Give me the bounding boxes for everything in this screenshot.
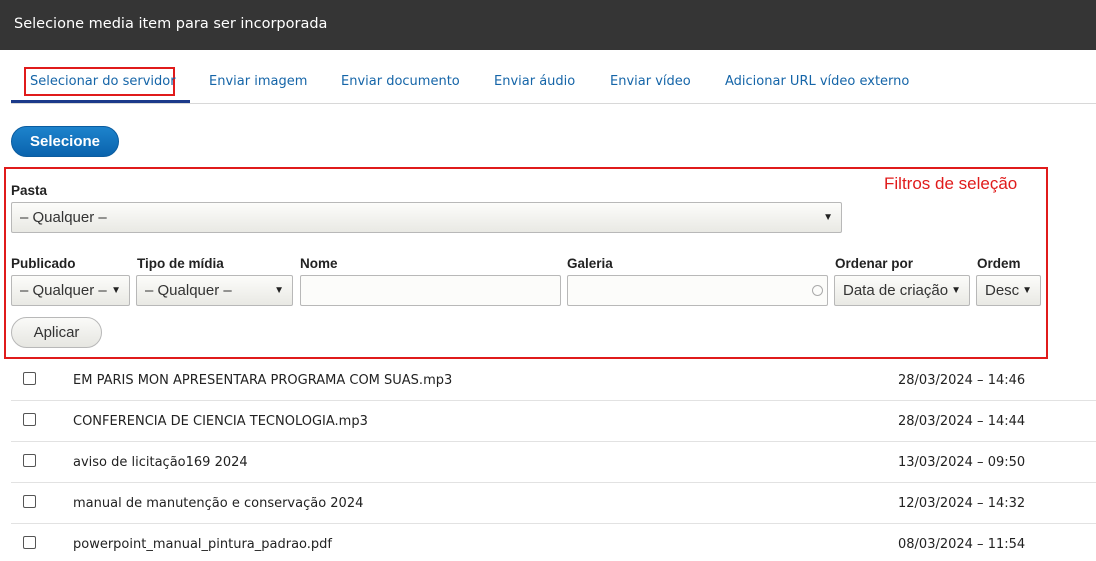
published-label: Publicado xyxy=(11,256,76,271)
gallery-label: Galeria xyxy=(567,256,613,271)
media-date: 12/03/2024 – 14:32 xyxy=(898,496,1026,511)
media-name: EM PARIS MON APRESENTARA PROGRAMA COM SU… xyxy=(73,373,453,388)
sort-by-label: Ordenar por xyxy=(835,256,914,271)
media-type-select-value: – Qualquer – xyxy=(145,282,232,299)
media-checkbox[interactable] xyxy=(23,413,36,426)
folder-select-value: – Qualquer – xyxy=(20,209,107,226)
media-name: powerpoint_manual_pintura_padrao.pdf xyxy=(73,537,332,552)
chevron-down-icon: ▼ xyxy=(823,212,833,223)
media-date: 28/03/2024 – 14:46 xyxy=(898,373,1026,388)
tab-add-external-video-url[interactable]: Adicionar URL vídeo externo xyxy=(725,74,909,89)
media-checkbox[interactable] xyxy=(23,454,36,467)
media-name: aviso de licitação169 2024 xyxy=(73,455,248,470)
media-date: 13/03/2024 – 09:50 xyxy=(898,455,1026,470)
media-checkbox[interactable] xyxy=(23,372,36,385)
order-select[interactable]: Desc ▼ xyxy=(976,275,1041,306)
media-list: EM PARIS MON APRESENTARA PROGRAMA COM SU… xyxy=(11,360,1096,561)
order-label: Ordem xyxy=(977,256,1021,271)
tab-upload-audio[interactable]: Enviar áudio xyxy=(494,74,575,89)
published-select[interactable]: – Qualquer – ▼ xyxy=(11,275,130,306)
media-name: CONFERENCIA DE CIENCIA TECNOLOGIA.mp3 xyxy=(73,414,368,429)
dialog-titlebar: Selecione media item para ser incorporad… xyxy=(0,0,1096,50)
media-row: manual de manutenção e conservação 2024 … xyxy=(11,483,1096,524)
tab-bar: Selecionar do servidor Enviar imagem Env… xyxy=(0,50,1096,105)
tab-select-from-server[interactable]: Selecionar do servidor xyxy=(30,74,176,89)
sort-by-select[interactable]: Data de criação ▼ xyxy=(834,275,970,306)
media-checkbox[interactable] xyxy=(23,495,36,508)
published-select-value: – Qualquer – xyxy=(20,282,107,299)
media-date: 08/03/2024 – 11:54 xyxy=(898,537,1026,552)
select-button[interactable]: Selecione xyxy=(11,126,119,157)
dialog-title: Selecione media item para ser incorporad… xyxy=(14,16,328,32)
media-row: EM PARIS MON APRESENTARA PROGRAMA COM SU… xyxy=(11,360,1096,401)
media-row: CONFERENCIA DE CIENCIA TECNOLOGIA.mp3 28… xyxy=(11,401,1096,442)
tab-divider xyxy=(11,103,1096,104)
filters-annotation: Filtros de seleção xyxy=(884,174,1018,193)
chevron-down-icon: ▼ xyxy=(1022,285,1032,296)
name-label: Nome xyxy=(300,256,338,271)
media-row: aviso de licitação169 2024 13/03/2024 – … xyxy=(11,442,1096,483)
media-type-select[interactable]: – Qualquer – ▼ xyxy=(136,275,293,306)
media-row: powerpoint_manual_pintura_padrao.pdf 08/… xyxy=(11,524,1096,561)
order-select-value: Desc xyxy=(985,282,1020,299)
apply-button[interactable]: Aplicar xyxy=(11,317,102,348)
tab-upload-document[interactable]: Enviar documento xyxy=(341,74,460,89)
name-input[interactable] xyxy=(300,275,561,306)
media-type-label: Tipo de mídia xyxy=(137,256,224,271)
media-name: manual de manutenção e conservação 2024 xyxy=(73,496,364,511)
autocomplete-throbber-icon xyxy=(812,285,823,296)
tab-upload-image[interactable]: Enviar imagem xyxy=(209,74,307,89)
tab-upload-video[interactable]: Enviar vídeo xyxy=(610,74,691,89)
folder-select[interactable]: – Qualquer – ▼ xyxy=(11,202,842,233)
folder-label: Pasta xyxy=(11,183,48,198)
media-date: 28/03/2024 – 14:44 xyxy=(898,414,1026,429)
chevron-down-icon: ▼ xyxy=(111,285,121,296)
chevron-down-icon: ▼ xyxy=(274,285,284,296)
chevron-down-icon: ▼ xyxy=(951,285,961,296)
gallery-autocomplete-input[interactable] xyxy=(567,275,828,306)
media-checkbox[interactable] xyxy=(23,536,36,549)
sort-by-select-value: Data de criação xyxy=(843,282,949,299)
